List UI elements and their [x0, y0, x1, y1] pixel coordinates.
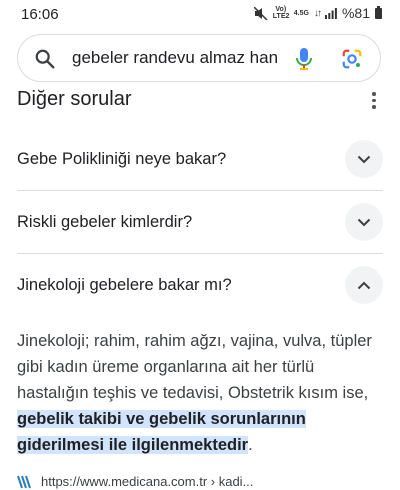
lens-icon[interactable]	[341, 48, 363, 70]
section-title: Diğer sorular	[17, 88, 132, 110]
expand-button[interactable]	[345, 140, 383, 178]
more-options-icon[interactable]	[371, 92, 377, 110]
chevron-up-icon	[357, 281, 371, 289]
answer-highlight: gebelik takibi ve gebelik sorunlarının g…	[17, 410, 306, 454]
data-arrows-icon: ↓↑	[313, 7, 322, 19]
question-item[interactable]: Gebe Polikliniği neye bakar?	[17, 128, 383, 190]
chevron-down-icon	[357, 155, 371, 163]
answer-end: .	[248, 436, 253, 454]
expand-button[interactable]	[345, 203, 383, 241]
search-input[interactable]: gebeler randevu almaz han	[72, 35, 292, 81]
collapse-button[interactable]	[345, 266, 383, 304]
status-icons: Vo) LTE2 4.5G ↓↑ %81	[253, 5, 382, 21]
answer-snippet: Jinekoloji; rahim, rahim ağzı, vajina, v…	[17, 328, 387, 458]
question-label: Riskli gebeler kimlerdir?	[17, 213, 193, 231]
medicana-logo-icon	[17, 475, 31, 488]
mute-icon	[253, 6, 268, 20]
signal-icon	[324, 7, 337, 19]
search-icon[interactable]	[34, 48, 56, 70]
source-url[interactable]: https://www.medicana.com.tr › kadi...	[41, 474, 253, 489]
network-label: 4.5G	[293, 9, 309, 17]
battery-icon	[375, 5, 382, 19]
question-item[interactable]: Riskli gebeler kimlerdir?	[17, 191, 383, 253]
question-label: Jinekoloji gebelere bakar mı?	[17, 276, 232, 294]
source-link[interactable]: https://www.medicana.com.tr › kadi...	[17, 474, 253, 489]
status-bar: 16:06 Vo) LTE2 4.5G ↓↑ %81	[0, 0, 400, 30]
battery-level: %81	[341, 5, 370, 21]
answer-text: Jinekoloji; rahim, rahim ağzı, vajina, v…	[17, 332, 372, 402]
chevron-down-icon	[357, 218, 371, 226]
mic-icon[interactable]	[294, 47, 314, 71]
search-bar[interactable]: gebeler randevu almaz han	[17, 34, 381, 82]
question-item-expanded[interactable]: Jinekoloji gebelere bakar mı?	[17, 254, 383, 316]
lte-label: Vo) LTE2	[272, 6, 290, 20]
status-time: 16:06	[21, 6, 59, 23]
question-label: Gebe Polikliniği neye bakar?	[17, 150, 227, 168]
